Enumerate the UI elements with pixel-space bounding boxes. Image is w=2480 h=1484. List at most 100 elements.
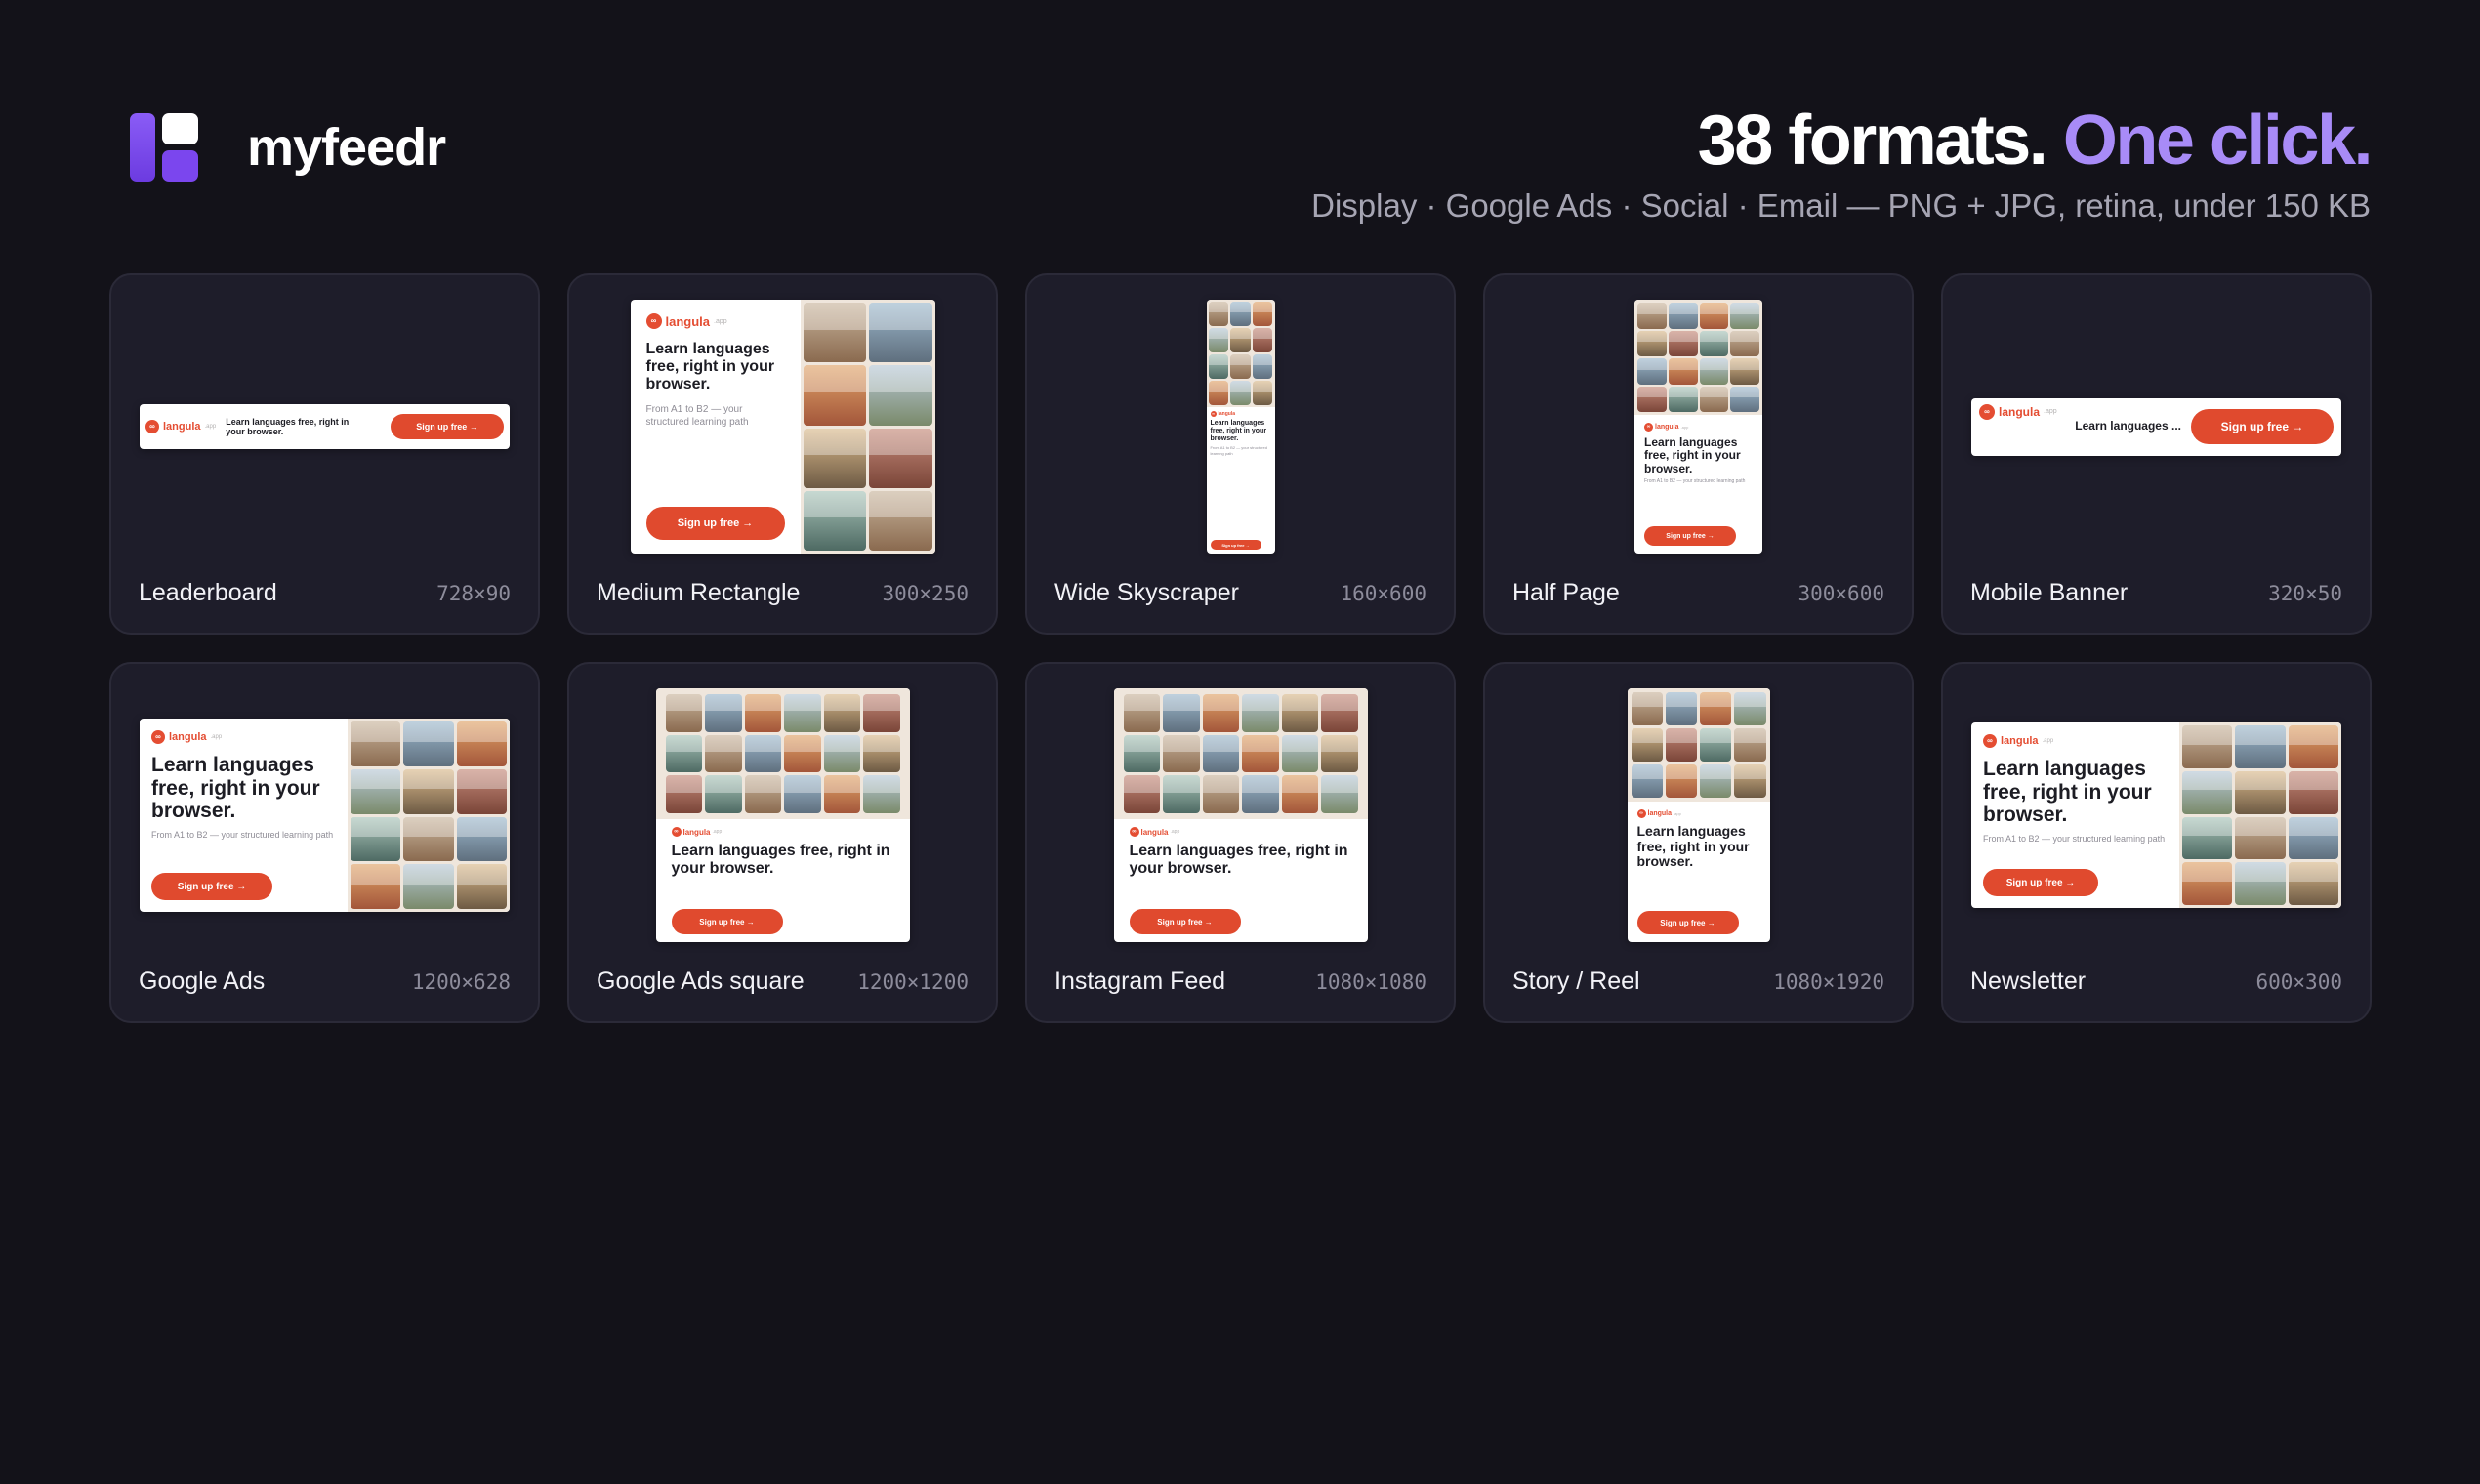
brand-name: myfeedr xyxy=(247,118,446,177)
format-meta: Instagram Feed 1080×1080 xyxy=(1054,968,1426,996)
photo-tile xyxy=(1730,330,1759,356)
format-size: 1080×1080 xyxy=(1315,970,1426,994)
photo-tile xyxy=(2182,816,2233,860)
ad-photo-collage xyxy=(1206,300,1275,407)
format-name: Medium Rectangle xyxy=(597,579,801,606)
format-meta: Half Page 300×600 xyxy=(1512,579,1884,607)
ad-brand-suffix: .app xyxy=(714,317,727,325)
ad-preview-wide-skyscraper: ∞ langula Learn languages free, right in… xyxy=(1206,300,1275,554)
photo-tile xyxy=(665,775,702,813)
format-name: Google Ads square xyxy=(597,968,805,995)
photo-tile xyxy=(2235,725,2286,768)
photo-tile xyxy=(1699,358,1729,385)
format-size: 1200×628 xyxy=(411,970,511,994)
format-name: Newsletter xyxy=(1970,968,2087,995)
brand[interactable]: myfeedr xyxy=(130,113,446,182)
ad-brand-logo: ∞ langula .app xyxy=(671,827,894,837)
ad-preview-mobile-banner: ∞ langula .app Learn languages ... Sign u… xyxy=(1971,397,2341,456)
photo-tile xyxy=(863,775,900,813)
ad-headline: Learn languages free, right in your brow… xyxy=(151,754,320,823)
photo-tile xyxy=(1208,381,1229,405)
photo-tile xyxy=(1637,386,1667,412)
ad-cta-button: Sign up free → xyxy=(391,414,504,439)
ad-brand-name: langula xyxy=(2001,735,2039,747)
format-size: 300×250 xyxy=(882,582,969,605)
ad-cta-button: Sign up free → xyxy=(1644,526,1736,546)
ad-preview-newsletter: ∞ langula .app Learn languages free, righ… xyxy=(1971,722,2341,908)
format-meta: Wide Skyscraper 160×600 xyxy=(1054,579,1426,607)
photo-tile xyxy=(1230,328,1251,352)
ad-photo-collage xyxy=(1113,688,1368,819)
ad-cta-button: Sign up free → xyxy=(1210,540,1261,550)
format-meta: Google Ads square 1200×1200 xyxy=(597,968,969,996)
ad-cta-button: Sign up free → xyxy=(1636,911,1739,934)
photo-tile xyxy=(403,768,454,814)
speech-bubble-icon: ∞ xyxy=(1644,423,1653,432)
photo-tile xyxy=(1252,328,1273,352)
ad-brand-suffix: .app xyxy=(2042,738,2054,744)
ad-cta-button: Sign up free → xyxy=(1129,909,1241,934)
ad-brand-logo: ∞ langula .app xyxy=(645,313,785,329)
format-name: Wide Skyscraper xyxy=(1054,579,1239,606)
photo-tile xyxy=(1123,694,1160,732)
ad-headline: Learn languages free, right in your brow… xyxy=(1644,435,1741,475)
ad-description: From A1 to B2 — your structured learning… xyxy=(1210,445,1267,456)
ad-brand-suffix: .app xyxy=(1674,811,1681,816)
format-card-medium-rectangle[interactable]: ∞ langula .app Learn languages free, righ… xyxy=(567,273,998,635)
ad-headline: Learn languages free, right in your brow… xyxy=(1983,758,2152,827)
ad-preview-stage: ∞ langula .app Learn languages free, righ… xyxy=(569,687,996,943)
photo-tile xyxy=(1665,728,1697,762)
format-size: 320×50 xyxy=(2268,582,2342,605)
photo-tile xyxy=(823,775,860,813)
ad-cta-button: Sign up free → xyxy=(1983,869,2098,896)
format-card-mobile-banner[interactable]: ∞ langula .app Learn languages ... Sign u… xyxy=(1941,273,2372,635)
format-card-google-ads-square[interactable]: ∞ langula .app Learn languages free, righ… xyxy=(567,662,998,1023)
ad-preview-leaderboard: ∞ langula .app Learn languages free, righ… xyxy=(140,404,510,449)
format-card-wide-skyscraper[interactable]: ∞ langula Learn languages free, right in… xyxy=(1025,273,1456,635)
ad-brand-suffix: .app xyxy=(1170,829,1180,835)
speech-bubble-icon: ∞ xyxy=(1210,411,1217,417)
format-card-newsletter[interactable]: ∞ langula .app Learn languages free, righ… xyxy=(1941,662,2372,1023)
format-card-instagram-feed[interactable]: ∞ langula .app Learn languages free, righ… xyxy=(1025,662,1456,1023)
speech-bubble-icon: ∞ xyxy=(645,313,662,329)
photo-colosseum xyxy=(803,365,866,426)
format-card-half-page[interactable]: ∞ langula .app Learn languages free, righ… xyxy=(1483,273,1914,635)
photo-tile xyxy=(863,694,900,732)
ad-brand-name: langula xyxy=(1999,404,2041,419)
photo-tile xyxy=(1734,764,1766,798)
ad-preview-stage: ∞ langula .app Learn languages free, righ… xyxy=(1943,687,2370,943)
photo-tile xyxy=(403,721,454,766)
speech-bubble-icon: ∞ xyxy=(1129,827,1139,837)
photo-tile xyxy=(1202,694,1239,732)
photo-tile xyxy=(1281,734,1318,773)
photo-tile xyxy=(351,721,401,766)
photo-tile xyxy=(1321,775,1358,813)
photo-tile xyxy=(1668,303,1698,329)
photo-mountains xyxy=(869,428,932,488)
photo-tile xyxy=(784,694,821,732)
ad-brand-logo: ∞ langula .app xyxy=(1636,809,1760,818)
format-meta: Mobile Banner 320×50 xyxy=(1970,579,2342,607)
photo-tile xyxy=(1637,303,1667,329)
photo-tile xyxy=(784,734,821,773)
ad-preview-google-ads-square: ∞ langula .app Learn languages free, righ… xyxy=(655,688,910,942)
ad-brand-logo: ∞ langula xyxy=(1210,411,1271,417)
ad-headline: Learn languages free, right in your brow… xyxy=(645,341,775,392)
format-size: 1080×1920 xyxy=(1773,970,1884,994)
format-meta: Story / Reel 1080×1920 xyxy=(1512,968,1884,996)
ad-brand-name: langula xyxy=(665,313,711,329)
ad-preview-instagram-feed: ∞ langula .app Learn languages free, righ… xyxy=(1113,688,1368,942)
photo-tile xyxy=(665,694,702,732)
ad-brand-suffix: .app xyxy=(210,734,223,740)
ad-preview-stage: ∞ langula .app Learn languages free, righ… xyxy=(1485,687,1912,943)
format-card-story-reel[interactable]: ∞ langula .app Learn languages free, righ… xyxy=(1483,662,1914,1023)
photo-tile xyxy=(1699,330,1729,356)
headline-subtitle: Display · Google Ads · Social · Email — … xyxy=(1311,187,2371,224)
format-size: 728×90 xyxy=(436,582,511,605)
format-card-google-ads[interactable]: ∞ langula .app Learn languages free, righ… xyxy=(109,662,540,1023)
photo-windmill xyxy=(869,365,932,426)
ad-brand-logo: ∞ langula .app xyxy=(151,730,336,744)
ad-brand-logo: ∞ langula .app xyxy=(1979,403,2057,420)
format-card-leaderboard[interactable]: ∞ langula .app Learn languages free, righ… xyxy=(109,273,540,635)
ad-headline: Learn languages free, right in your brow… xyxy=(226,416,350,436)
